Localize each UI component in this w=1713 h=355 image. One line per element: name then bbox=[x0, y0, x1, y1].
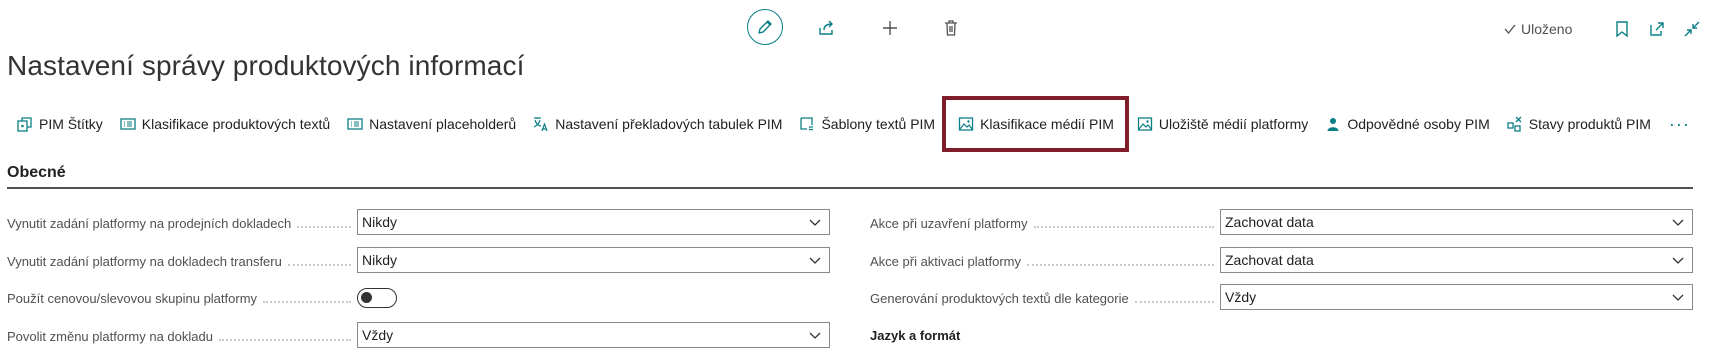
page-title: Nastavení správy produktových informací bbox=[7, 50, 525, 81]
saved-status: Uloženo bbox=[1503, 18, 1572, 40]
collapse-button[interactable] bbox=[1681, 18, 1703, 40]
action-label: Nastavení překladových tabulek PIM bbox=[555, 116, 783, 132]
bookmark-icon bbox=[1616, 21, 1628, 38]
action-label: Šablony textů PIM bbox=[821, 116, 936, 132]
chevron-down-icon bbox=[809, 219, 821, 226]
image-icon bbox=[957, 115, 975, 133]
chevron-down-icon bbox=[1672, 294, 1684, 301]
action-bar: PIM Štítky Klasifikace produktových text… bbox=[8, 96, 1700, 152]
action-nastaveni-placeholderu[interactable]: Nastavení placeholderů bbox=[338, 108, 524, 140]
share-button[interactable] bbox=[816, 17, 838, 39]
status-icon bbox=[1506, 115, 1524, 133]
section-divider bbox=[7, 187, 1693, 189]
tags-icon bbox=[16, 115, 34, 133]
open-in-new-window-icon bbox=[1650, 22, 1664, 36]
image-icon bbox=[1136, 115, 1154, 133]
field-label: Generování produktových textů dle katego… bbox=[870, 285, 1220, 311]
edit-button[interactable] bbox=[747, 9, 783, 45]
saved-label: Uloženo bbox=[1521, 21, 1573, 37]
enforce-platform-sales-select[interactable]: Nikdy bbox=[357, 209, 830, 235]
platform-close-action-select[interactable]: Zachovat data bbox=[1220, 209, 1693, 235]
action-klasifikace-medii[interactable]: Klasifikace médií PIM bbox=[942, 96, 1129, 152]
action-uloziste-medii[interactable]: Uložiště médií platformy bbox=[1128, 108, 1316, 140]
action-label: PIM Štítky bbox=[39, 116, 103, 132]
action-sablony-textu[interactable]: Šablony textů PIM bbox=[790, 108, 943, 140]
open-new-window-button[interactable] bbox=[1646, 18, 1668, 40]
action-label: Klasifikace produktových textů bbox=[141, 116, 331, 132]
check-icon bbox=[1504, 24, 1516, 35]
list-icon bbox=[346, 115, 364, 133]
action-label: Uložiště médií platformy bbox=[1158, 116, 1309, 132]
subsection-title: Jazyk a formát bbox=[870, 328, 961, 343]
allow-platform-change-select[interactable]: Vždy bbox=[357, 322, 830, 348]
action-label: Odpovědné osoby PIM bbox=[1347, 116, 1490, 132]
field-label: Povolit změnu platformy na dokladu bbox=[7, 323, 357, 349]
translate-icon bbox=[532, 115, 550, 133]
field-label: Vynutit zadání platformy na dokladech tr… bbox=[7, 248, 357, 274]
action-nastaveni-prekladovych-tabulek[interactable]: Nastavení překladových tabulek PIM bbox=[524, 108, 790, 140]
delete-button[interactable] bbox=[940, 17, 962, 39]
enforce-platform-transfer-select[interactable]: Nikdy bbox=[357, 247, 830, 273]
price-discount-group-toggle[interactable] bbox=[357, 288, 397, 308]
generate-texts-by-category-select[interactable]: Vždy bbox=[1220, 284, 1693, 310]
section-title: Obecné bbox=[7, 164, 66, 181]
share-icon bbox=[819, 20, 833, 35]
more-actions-button[interactable]: ··· bbox=[1659, 114, 1700, 135]
action-pim-stitky[interactable]: PIM Štítky bbox=[8, 108, 111, 140]
pencil-icon bbox=[758, 20, 772, 34]
chevron-down-icon bbox=[1672, 257, 1684, 264]
action-label: Nastavení placeholderů bbox=[369, 116, 517, 132]
list-icon bbox=[119, 115, 137, 133]
person-icon bbox=[1324, 115, 1342, 133]
chevron-down-icon bbox=[809, 332, 821, 339]
action-stavy-produktu[interactable]: Stavy produktů PIM bbox=[1498, 108, 1659, 140]
action-label: Klasifikace médií PIM bbox=[980, 116, 1114, 132]
new-button[interactable] bbox=[879, 17, 901, 39]
action-odpovedne-osoby[interactable]: Odpovědné osoby PIM bbox=[1316, 108, 1497, 140]
action-klasifikace-produktovych-textu[interactable]: Klasifikace produktových textů bbox=[111, 108, 338, 140]
toggle-knob bbox=[361, 292, 372, 303]
field-label: Vynutit zadání platformy na prodejních d… bbox=[7, 210, 357, 236]
field-label: Akce při uzavření platformy bbox=[870, 210, 1220, 236]
chevron-down-icon bbox=[1672, 219, 1684, 226]
template-icon bbox=[798, 115, 816, 133]
chevron-down-icon bbox=[809, 257, 821, 264]
trash-icon bbox=[945, 20, 957, 36]
action-label: Stavy produktů PIM bbox=[1528, 116, 1651, 132]
field-label: Použít cenovou/slevovou skupinu platform… bbox=[7, 285, 357, 311]
collapse-icon bbox=[1684, 21, 1700, 37]
plus-icon bbox=[883, 21, 897, 35]
platform-activate-action-select[interactable]: Zachovat data bbox=[1220, 247, 1693, 273]
bookmark-button[interactable] bbox=[1612, 18, 1632, 40]
field-label: Akce při aktivaci platformy bbox=[870, 248, 1220, 274]
